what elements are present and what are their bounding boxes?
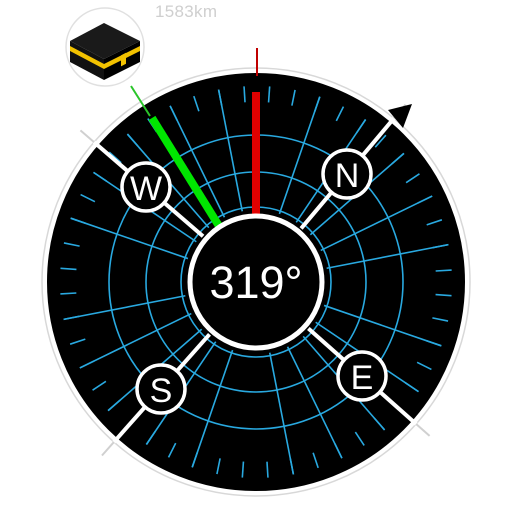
kaaba-icon[interactable] <box>65 7 145 87</box>
cardinal-east: E <box>336 350 388 402</box>
dial-tick <box>241 461 245 478</box>
cardinal-axis-tip <box>101 441 115 457</box>
cardinal-south: S <box>135 363 187 415</box>
dial-tick <box>60 292 77 295</box>
dial-tick <box>60 267 77 271</box>
dial-tick <box>435 293 452 297</box>
dial-tick <box>267 86 271 103</box>
compass-canvas: 319° W N S E <box>41 7 471 497</box>
cardinal-south-label: S <box>150 372 173 410</box>
cardinal-west: W <box>120 161 172 213</box>
cardinal-axis-tip <box>415 423 431 437</box>
cardinal-north-label: N <box>335 157 360 195</box>
cardinal-west-label: W <box>130 170 162 208</box>
dial-tick <box>435 269 452 272</box>
heading-degrees: 319° <box>209 257 302 308</box>
dial-tick <box>266 461 269 478</box>
cardinal-axis-tip <box>79 129 95 143</box>
cardinal-north: N <box>321 148 373 200</box>
cardinal-east-label: E <box>351 359 374 397</box>
dial-tick <box>243 86 246 103</box>
